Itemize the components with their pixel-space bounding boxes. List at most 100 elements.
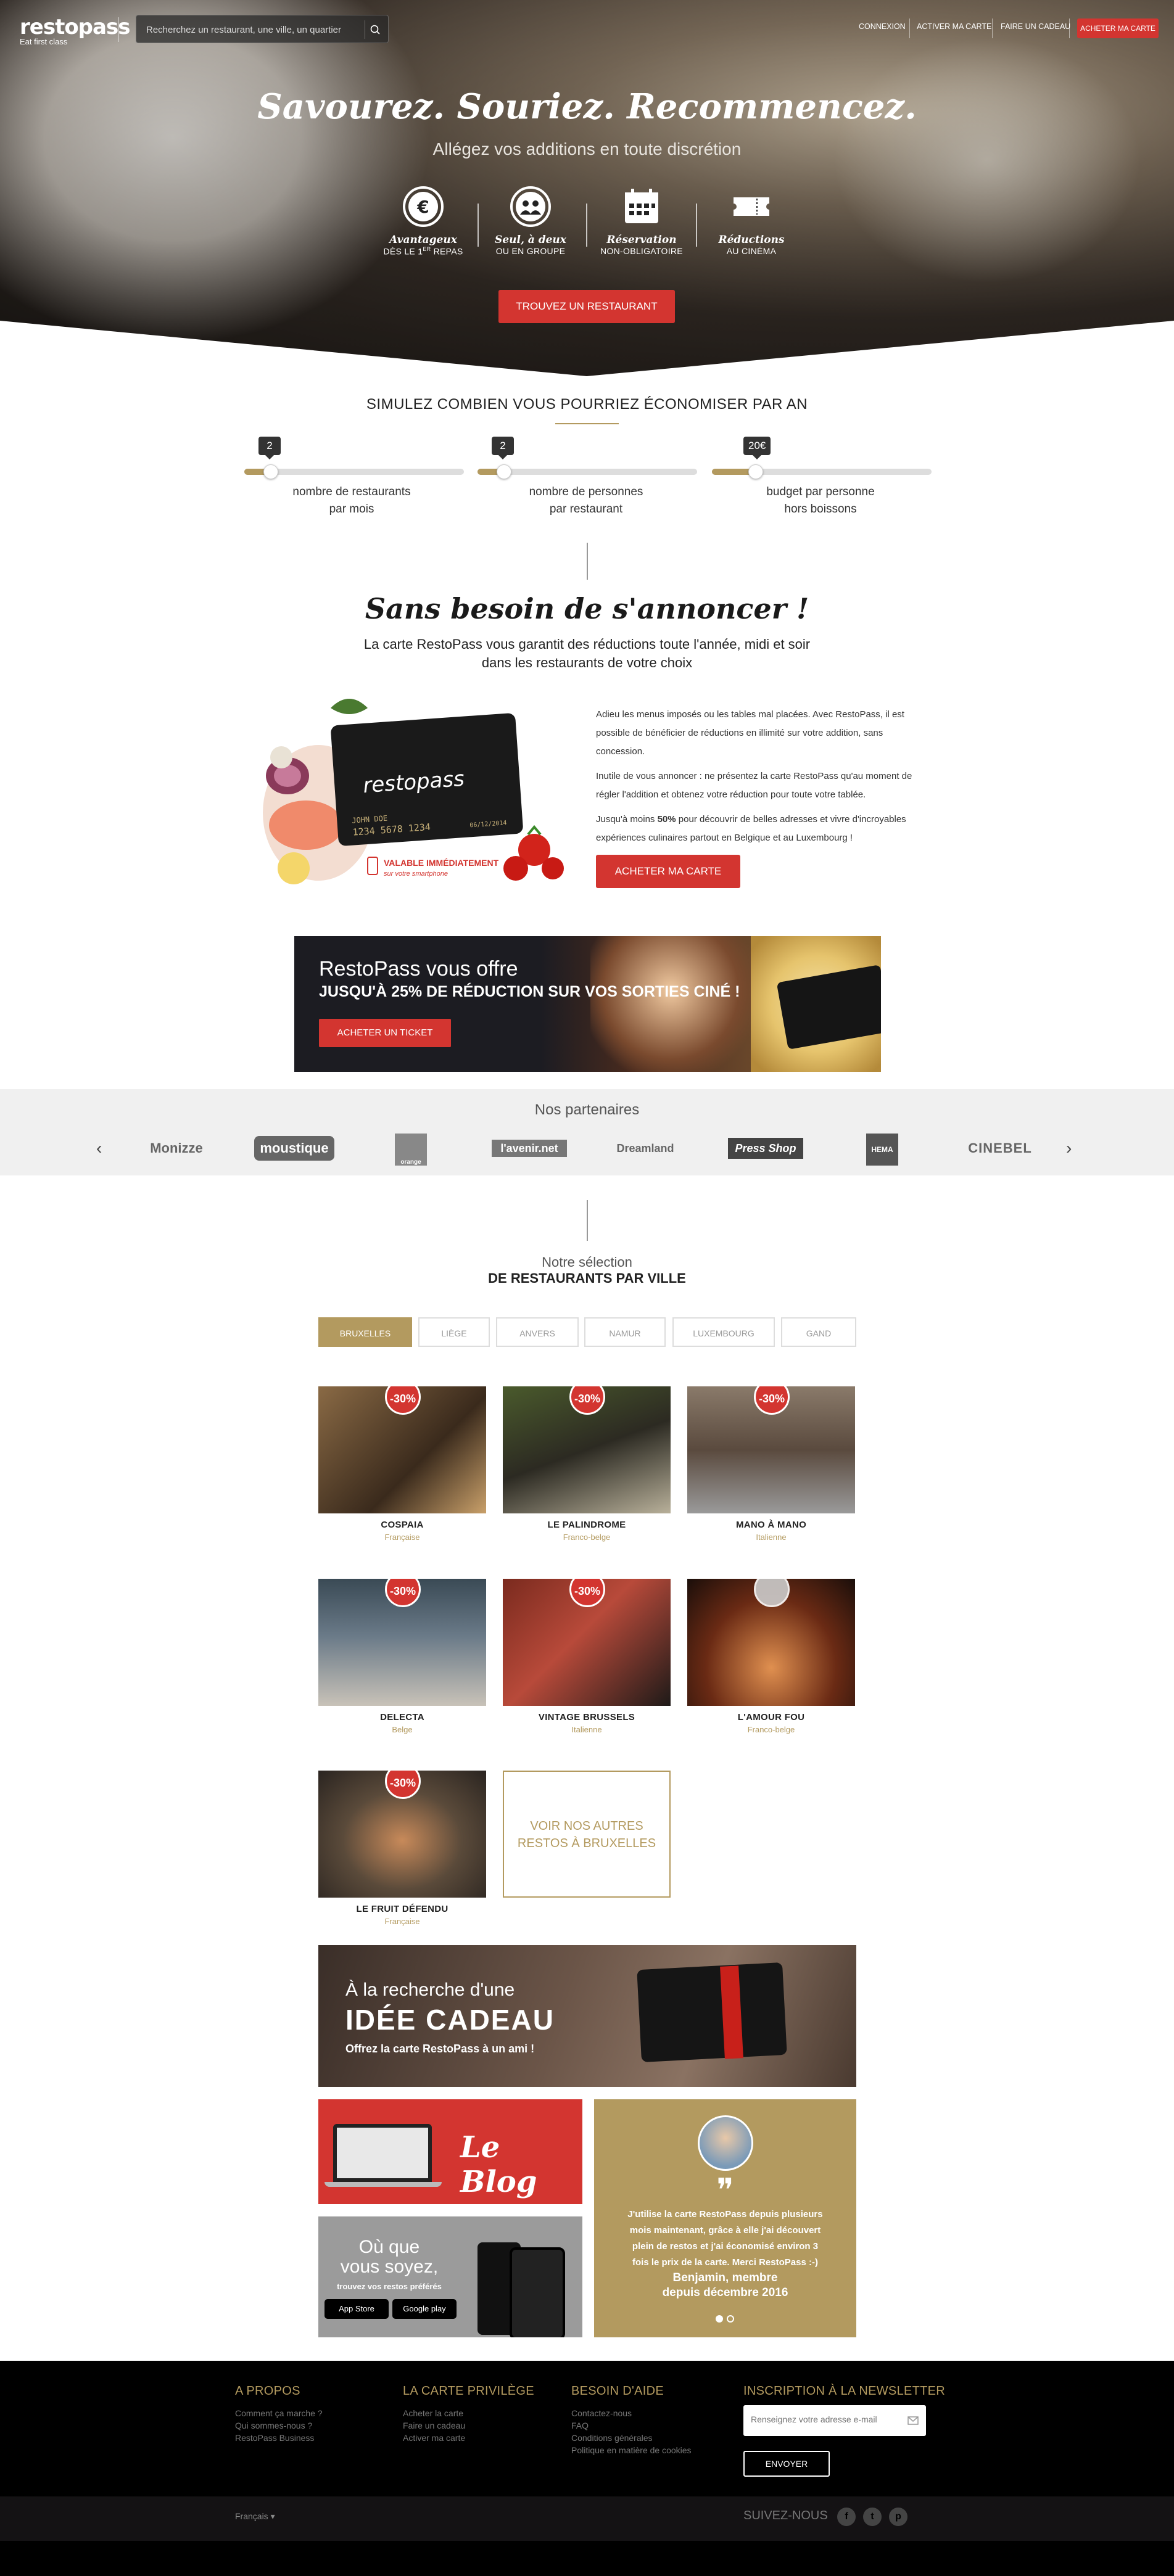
appstore-button[interactable]: App Store [325,2299,389,2319]
restaurant-name[interactable]: L'AMOUR FOU [687,1712,855,1722]
partner-logo-hema[interactable]: HEMA [866,1134,898,1166]
slider-handle[interactable] [748,464,763,479]
newsletter-field[interactable] [743,2405,926,2436]
restaurant-card[interactable]: -30% LE PALINDROME Franco-belge [503,1386,671,1542]
search-box[interactable] [136,15,389,43]
partner-logo-dreamland[interactable]: Dreamland [614,1136,676,1161]
buy-ticket-button[interactable]: ACHETER UN TICKET [319,1019,451,1047]
restaurant-card[interactable]: -30% DELECTA Belge [318,1579,486,1734]
tab-namur[interactable]: NAMUR [584,1317,666,1347]
gift-line1: À la recherche d'une [345,1980,515,2000]
newsletter-submit-button[interactable]: ENVOYER [743,2451,830,2477]
intro-paragraph: Adieu les menus imposés ou les tables ma… [596,709,904,757]
slider-restaurants[interactable]: 2 [244,437,464,479]
nav-faire-cadeau[interactable]: FAIRE UN CADEAU [1001,22,1070,31]
slider-label: budget par personne hors boissons [766,485,875,516]
restaurant-image[interactable]: -30% [318,1386,486,1513]
search-button[interactable] [365,20,383,39]
card-illustration: restopass JOHN DOE 1234 5678 1234 06/12/… [244,683,571,899]
slider-value-bubble: 2 [492,437,514,459]
carousel-dot-active[interactable] [716,2315,723,2323]
buy-card-button-header[interactable]: ACHETER MA CARTE [1077,19,1159,38]
restaurant-name[interactable]: VINTAGE BRUSSELS [503,1712,671,1722]
restaurant-name[interactable]: DELECTA [318,1712,486,1722]
logo[interactable]: restopass Eat first class [20,15,130,46]
tab-luxembourg[interactable]: LUXEMBOURG [672,1317,775,1347]
restaurant-card[interactable]: -30% LE FRUIT DÉFENDU Française [318,1771,486,1926]
find-restaurant-button[interactable]: TROUVEZ UN RESTAURANT [498,290,675,323]
tab-anvers[interactable]: ANVERS [496,1317,579,1347]
footer-link[interactable]: FAQ [571,2419,732,2432]
partner-logo-pressshop[interactable]: Press Shop [728,1138,803,1159]
restaurant-name[interactable]: COSPAIA [318,1520,486,1530]
googleplay-button[interactable]: Google play [392,2299,457,2319]
footer-link[interactable]: RestoPass Business [235,2432,395,2444]
slider-personnes[interactable]: 2 [477,437,697,479]
nav-connexion[interactable]: CONNEXION [859,22,906,31]
tab-bruxelles[interactable]: BRUXELLES [318,1317,412,1347]
restaurant-image[interactable]: -30% [318,1771,486,1898]
partner-logo-moustique[interactable]: moustique [254,1136,334,1161]
tab-gand[interactable]: GAND [781,1317,856,1347]
restaurant-image[interactable]: -30% [687,1386,855,1513]
footer-col-aide: BESOIN D'AIDE Contactez-nous FAQ Conditi… [571,2384,732,2456]
language-selector[interactable]: Français ▾ [235,2511,275,2522]
partner-logo-cinebel[interactable]: CINEBEL [960,1136,1040,1161]
title-underline [555,423,619,424]
see-more-restaurants-button[interactable]: VOIR NOS AUTRES RESTOS À BRUXELLES [503,1771,671,1898]
search-input[interactable] [146,23,356,36]
restaurant-card[interactable]: -30% COSPAIA Française [318,1386,486,1542]
restaurant-card[interactable]: -30% MANO À MANO Italienne [687,1386,855,1542]
partner-logo-orange[interactable]: orange [395,1134,427,1166]
feature-groupe: Seul, à deux OU EN GROUPE [475,185,586,256]
follow-us-label: SUIVEZ-NOUS [743,2509,828,2522]
restaurant-type: Française [384,1917,420,1926]
restaurant-card[interactable]: -30% VINTAGE BRUSSELS Italienne [503,1579,671,1734]
gift-line3: Offrez la carte RestoPass à un ami ! [345,2043,535,2055]
partner-logo-lavenir[interactable]: l'avenir.net [492,1140,567,1157]
footer-link[interactable]: Conditions générales [571,2432,732,2444]
valable-subtext: sur votre smartphone [384,870,448,878]
feature-title: Réservation [606,234,677,246]
restaurant-name[interactable]: LE FRUIT DÉFENDU [318,1904,486,1914]
newsletter-email-input[interactable] [751,2414,893,2424]
blog-banner[interactable]: Le Blog [318,2099,582,2204]
facebook-icon[interactable]: f [837,2508,856,2526]
footer-link[interactable]: Activer ma carte [403,2432,563,2444]
intro-subtitle: La carte RestoPass vous garantit des réd… [363,636,811,670]
restaurant-name[interactable]: LE PALINDROME [503,1520,671,1530]
feature-title: Avantageux [389,234,457,246]
chevron-left-icon[interactable]: ‹ [96,1140,114,1157]
tab-liege[interactable]: LIÈGE [418,1317,490,1347]
chevron-right-icon[interactable]: › [1066,1140,1083,1157]
restaurant-image[interactable]: -30% [503,1579,671,1706]
nav-activer-carte[interactable]: ACTIVER MA CARTE [917,22,991,31]
restaurant-image[interactable]: -30% [503,1386,671,1513]
blog-title: Le Blog [460,2130,537,2199]
footer-link[interactable]: Politique en matière de cookies [571,2444,732,2456]
twitter-icon[interactable]: t [863,2508,882,2526]
slider-handle[interactable] [263,464,278,479]
footer-col-apropos: A PROPOS Comment ça marche ? Qui sommes-… [235,2384,395,2444]
restaurant-name[interactable]: MANO À MANO [687,1520,855,1530]
hero-subtitle: Allégez vos additions en toute discrétio… [432,139,742,158]
partner-logo-monizze[interactable]: Monizze [133,1136,220,1161]
footer-link[interactable]: Contactez-nous [571,2407,732,2419]
footer-link[interactable]: Faire un cadeau [403,2419,563,2432]
valable-text: VALABLE IMMÉDIATEMENT [384,858,499,868]
svg-text:€: € [416,197,429,217]
restaurant-image[interactable] [687,1579,855,1706]
footer-link[interactable]: Acheter la carte [403,2407,563,2419]
cinema-banner[interactable]: RestoPass vous offre JUSQU'À 25% DE RÉDU… [294,936,881,1072]
restaurant-card[interactable]: L'AMOUR FOU Franco-belge [687,1579,855,1734]
buy-card-button[interactable]: ACHETER MA CARTE [596,855,740,888]
slider-handle[interactable] [497,464,511,479]
footer-link[interactable]: Qui sommes-nous ? [235,2419,395,2432]
slider-budget[interactable]: 20€ [712,437,932,479]
gift-idea-banner[interactable]: À la recherche d'une IDÉE CADEAU Offrez … [318,1945,856,2087]
footer-col-carte: LA CARTE PRIVILÈGE Acheter la carte Fair… [403,2384,563,2444]
restaurant-image[interactable]: -30% [318,1579,486,1706]
carousel-dot[interactable] [727,2315,734,2323]
pinterest-icon[interactable]: p [889,2508,907,2526]
footer-link[interactable]: Comment ça marche ? [235,2407,395,2419]
